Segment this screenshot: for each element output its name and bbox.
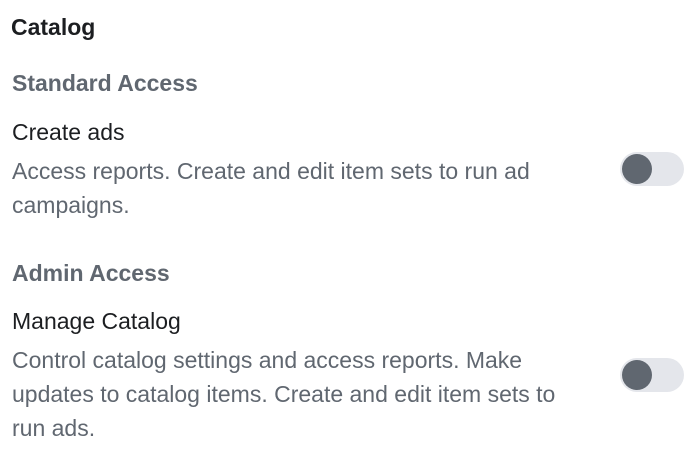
toggle-knob — [622, 154, 652, 184]
create-ads-toggle[interactable] — [620, 152, 684, 186]
toggle-knob — [622, 360, 652, 390]
manage-catalog-toggle[interactable] — [620, 358, 684, 392]
permission-description-create-ads: Access reports. Create and edit item set… — [12, 158, 530, 218]
permission-title-create-ads: Create ads — [12, 119, 125, 145]
group-heading-standard-access: Standard Access — [12, 70, 198, 96]
permission-description-manage-catalog: Control catalog settings and access repo… — [12, 347, 556, 441]
permission-title-manage-catalog: Manage Catalog — [12, 308, 181, 334]
section-title: Catalog — [11, 14, 96, 40]
group-heading-admin-access: Admin Access — [12, 260, 170, 286]
